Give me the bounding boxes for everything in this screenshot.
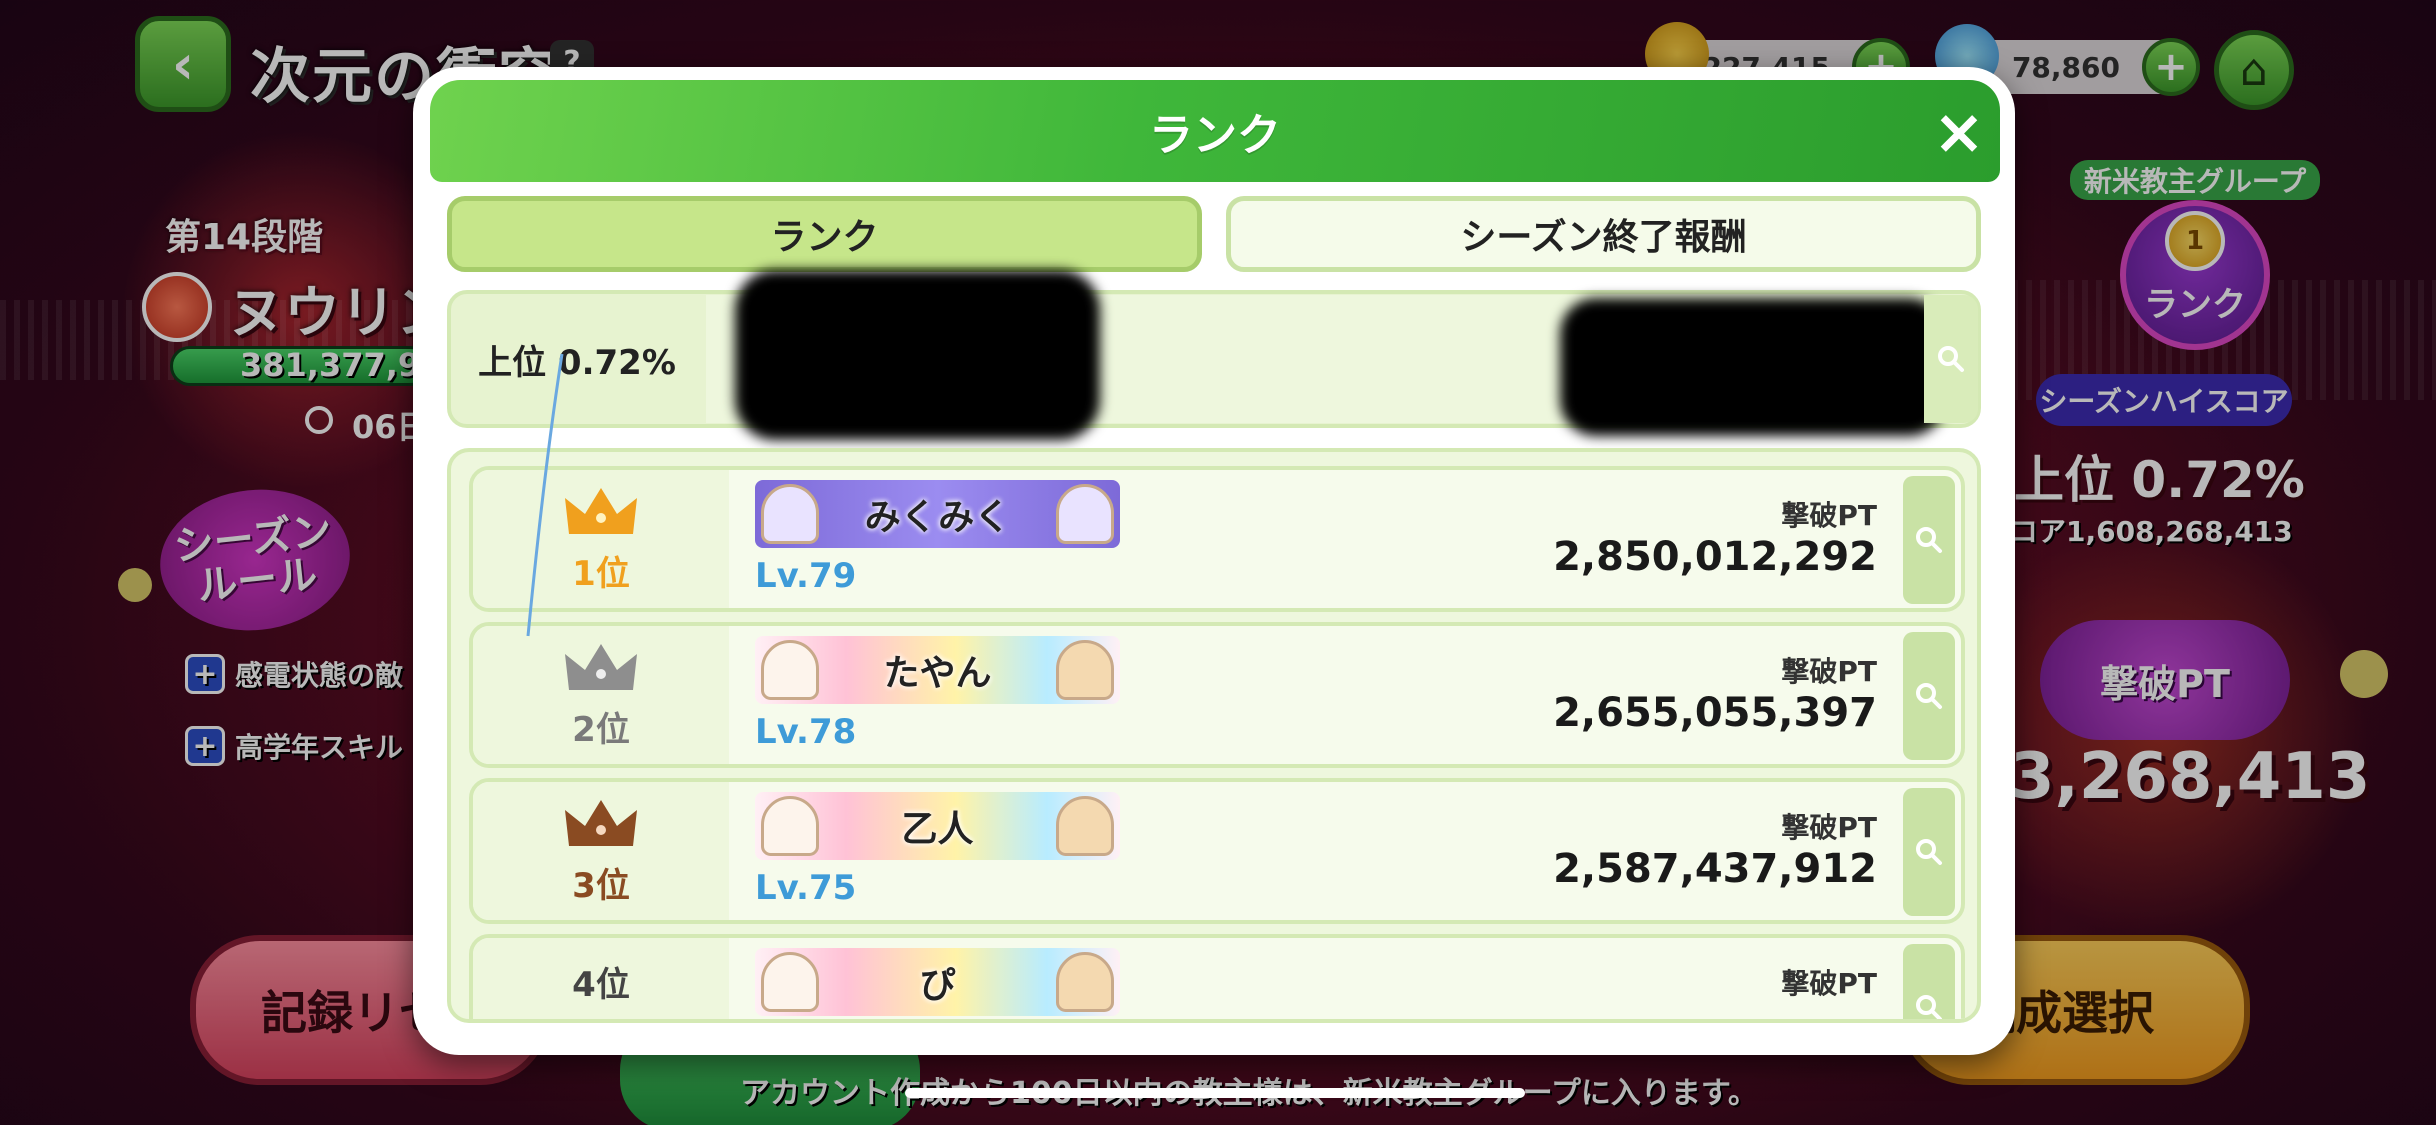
player-banner: ぴ [755, 948, 1120, 1016]
my-rank-percent: 上位 0.72% [478, 342, 676, 383]
magnifier-icon [1938, 346, 1964, 372]
pt-label: 撃破PT [1781, 499, 1877, 532]
redaction-mark [735, 270, 1100, 440]
player-name: たやん [883, 653, 992, 694]
ranking-row[interactable]: 3位 乙人 Lv.75 撃破PT 2,587,437,912 [469, 778, 1965, 924]
tab-season-rewards[interactable]: シーズン終了報酬 [1226, 196, 1981, 272]
pt-value: 2,850,012,292 [1553, 534, 1877, 580]
magnifier-icon [1916, 683, 1942, 709]
player-banner: たやん [755, 636, 1120, 704]
tab-rank[interactable]: ランク [447, 196, 1202, 272]
rank-cell: 1位 [473, 470, 729, 608]
crown-icon [565, 799, 637, 846]
row-search-button[interactable] [1903, 788, 1955, 916]
player-banner: 乙人 [755, 792, 1120, 860]
ranking-row[interactable]: 1位 みくみく Lv.79 撃破PT 2,850,012,292 [469, 466, 1965, 612]
rank-number: 4位 [572, 965, 630, 1005]
row-search-button[interactable] [1903, 476, 1955, 604]
rank-cell: 2位 [473, 626, 729, 764]
banner-character-image [761, 952, 819, 1012]
home-indicator[interactable] [905, 1088, 1525, 1098]
rank-number: 3位 [572, 865, 630, 906]
pt-label: 撃破PT [1781, 811, 1877, 844]
player-level: Lv.79 [755, 556, 857, 596]
rank-number: 2位 [572, 709, 630, 750]
player-level: Lv.75 [755, 868, 857, 908]
player-banner: みくみく [755, 480, 1120, 548]
my-rank-search-button[interactable] [1924, 295, 1978, 423]
row-search-button[interactable] [1903, 632, 1955, 760]
banner-character-image [761, 796, 819, 856]
pen-stroke [526, 353, 564, 637]
magnifier-icon [1916, 995, 1942, 1019]
banner-character-image [1056, 952, 1114, 1012]
crown-icon [565, 487, 637, 534]
banner-character-image [1056, 640, 1114, 700]
pt-value: 2,655,055,397 [1553, 690, 1877, 736]
player-name: ぴ [919, 965, 956, 1006]
ranking-row[interactable]: 2位 たやん Lv.78 撃破PT 2,655,055,397 [469, 622, 1965, 768]
row-search-button[interactable] [1903, 944, 1955, 1019]
rank-number: 1位 [572, 553, 630, 594]
ranking-row[interactable]: 4位 ぴ 撃破PT [469, 934, 1965, 1019]
magnifier-icon [1916, 839, 1942, 865]
ranking-list[interactable]: 1位 みくみく Lv.79 撃破PT 2,850,012,292 2位 たやん … [447, 448, 1981, 1023]
crown-icon [565, 643, 637, 690]
modal-title: ランク [1149, 110, 1281, 161]
banner-character-image [1056, 484, 1114, 544]
close-button[interactable]: × [1924, 94, 1994, 168]
pt-value: 2,587,437,912 [1553, 846, 1877, 892]
pt-label: 撃破PT [1781, 967, 1877, 1000]
player-name: 乙人 [901, 809, 974, 850]
magnifier-icon [1916, 527, 1942, 553]
banner-character-image [761, 484, 819, 544]
close-icon: × [1933, 94, 1985, 168]
redaction-mark [1560, 298, 1945, 436]
rank-cell: 4位 [473, 938, 729, 1019]
pt-label: 撃破PT [1781, 655, 1877, 688]
player-level: Lv.78 [755, 712, 857, 752]
rank-cell: 3位 [473, 782, 729, 920]
banner-character-image [761, 640, 819, 700]
player-name: みくみく [864, 497, 1011, 538]
banner-character-image [1056, 796, 1114, 856]
